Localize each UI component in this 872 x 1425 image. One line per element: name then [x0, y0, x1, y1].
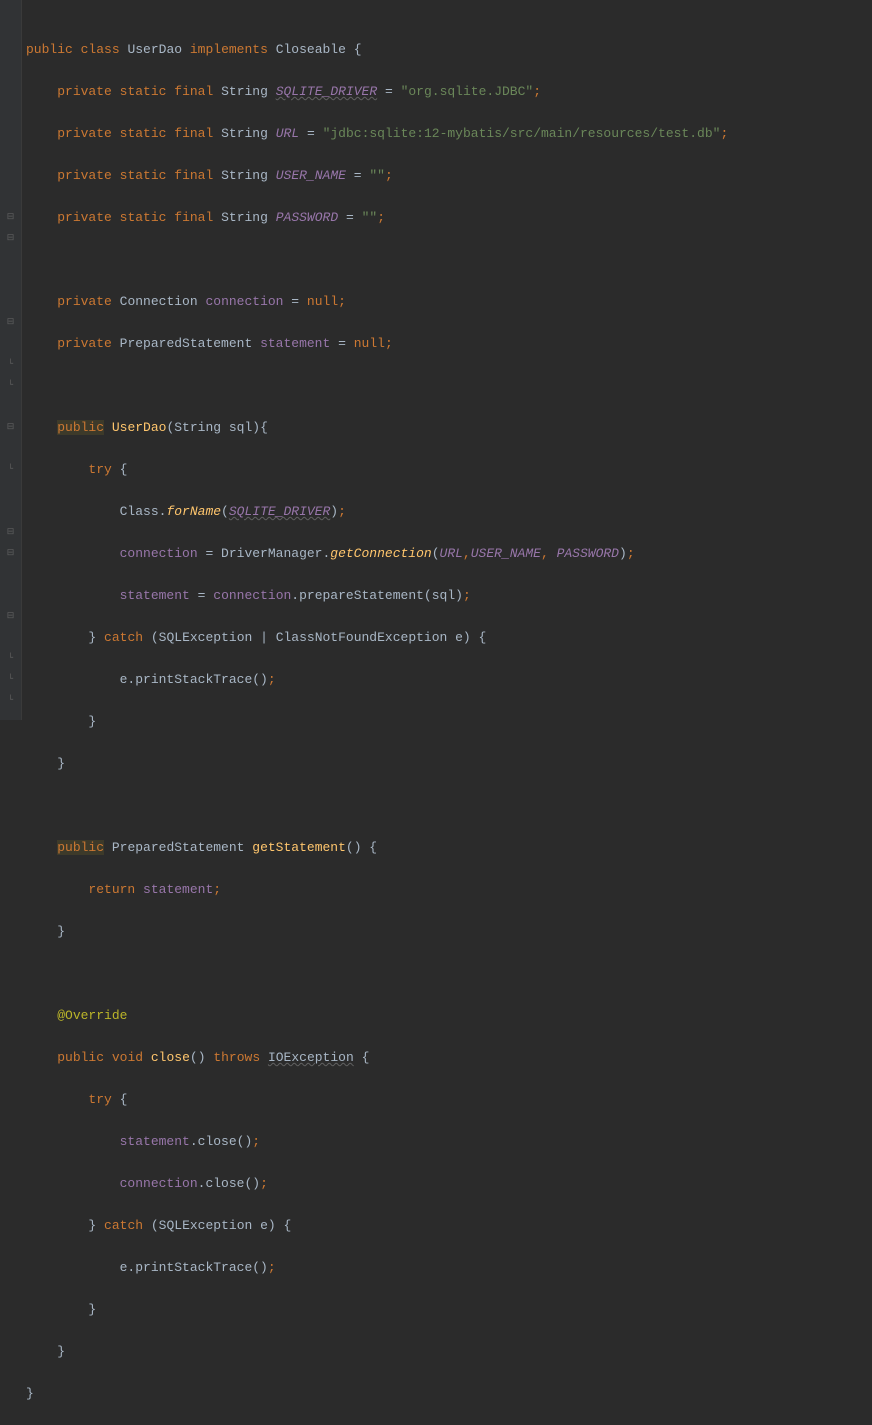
fold-end-icon[interactable]: └	[0, 375, 21, 396]
fold-end-icon[interactable]: └	[0, 669, 21, 690]
code-line: } catch (SQLException e) {	[26, 1215, 872, 1236]
code-line: private static final String SQLITE_DRIVE…	[26, 81, 872, 102]
code-line: public void close() throws IOException {	[26, 1047, 872, 1068]
gutter-row	[0, 249, 21, 270]
code-line: } catch (SQLException | ClassNotFoundExc…	[26, 627, 872, 648]
code-line: @Override	[26, 1005, 872, 1026]
fold-end-icon[interactable]: └	[0, 690, 21, 711]
code-line: }	[26, 711, 872, 732]
code-line: return statement;	[26, 879, 872, 900]
gutter-row	[0, 144, 21, 165]
gutter-row	[0, 291, 21, 312]
code-line: }	[26, 1299, 872, 1320]
fold-collapse-icon[interactable]: ⊟	[0, 228, 21, 249]
fold-collapse-icon[interactable]: ⊟	[0, 417, 21, 438]
code-line: }	[26, 921, 872, 942]
code-line: }	[26, 753, 872, 774]
fold-collapse-icon[interactable]: ⊟	[0, 207, 21, 228]
code-line: private PreparedStatement statement = nu…	[26, 333, 872, 354]
fold-collapse-icon[interactable]: ⊟	[0, 522, 21, 543]
gutter-row	[0, 81, 21, 102]
fold-collapse-icon[interactable]: ⊟	[0, 543, 21, 564]
gutter-row	[0, 627, 21, 648]
fold-end-icon[interactable]: └	[0, 354, 21, 375]
gutter-row	[0, 564, 21, 585]
code-line: private static final String URL = "jdbc:…	[26, 123, 872, 144]
gutter-row	[0, 396, 21, 417]
gutter-row	[0, 501, 21, 522]
code-line: connection.close();	[26, 1173, 872, 1194]
code-line: public UserDao(String sql){	[26, 417, 872, 438]
gutter-row	[0, 39, 21, 60]
code-editor-content[interactable]: public class UserDao implements Closeabl…	[22, 0, 872, 720]
gutter-row	[0, 333, 21, 354]
code-line: connection = DriverManager.getConnection…	[26, 543, 872, 564]
gutter-row	[0, 270, 21, 291]
gutter-row	[0, 186, 21, 207]
code-line: Class.forName(SQLITE_DRIVER);	[26, 501, 872, 522]
code-line	[26, 249, 872, 270]
fold-collapse-icon[interactable]: ⊟	[0, 312, 21, 333]
code-line: public class UserDao implements Closeabl…	[26, 39, 872, 60]
fold-end-icon[interactable]: └	[0, 648, 21, 669]
gutter-row	[0, 165, 21, 186]
code-line: statement = connection.prepareStatement(…	[26, 585, 872, 606]
code-line: public PreparedStatement getStatement() …	[26, 837, 872, 858]
fold-end-icon[interactable]: └	[0, 459, 21, 480]
code-line: private static final String USER_NAME = …	[26, 165, 872, 186]
gutter-row	[0, 480, 21, 501]
code-line: private Connection connection = null;	[26, 291, 872, 312]
code-line	[26, 795, 872, 816]
gutter-row	[0, 585, 21, 606]
fold-collapse-icon[interactable]: ⊟	[0, 606, 21, 627]
code-line: try {	[26, 459, 872, 480]
code-line	[26, 963, 872, 984]
editor-gutter: ⊟ ⊟ ⊟ └ └ ⊟ └ ⊟ ⊟ ⊟ └ └ └	[0, 0, 22, 720]
code-line: private static final String PASSWORD = "…	[26, 207, 872, 228]
code-line: }	[26, 1383, 872, 1404]
gutter-row	[0, 60, 21, 81]
code-line: e.printStackTrace();	[26, 669, 872, 690]
code-line: try {	[26, 1089, 872, 1110]
code-line: e.printStackTrace();	[26, 1257, 872, 1278]
gutter-row	[0, 18, 21, 39]
gutter-row	[0, 438, 21, 459]
code-line	[26, 375, 872, 396]
gutter-row	[0, 102, 21, 123]
code-line: }	[26, 1341, 872, 1362]
code-line: statement.close();	[26, 1131, 872, 1152]
gutter-row	[0, 123, 21, 144]
